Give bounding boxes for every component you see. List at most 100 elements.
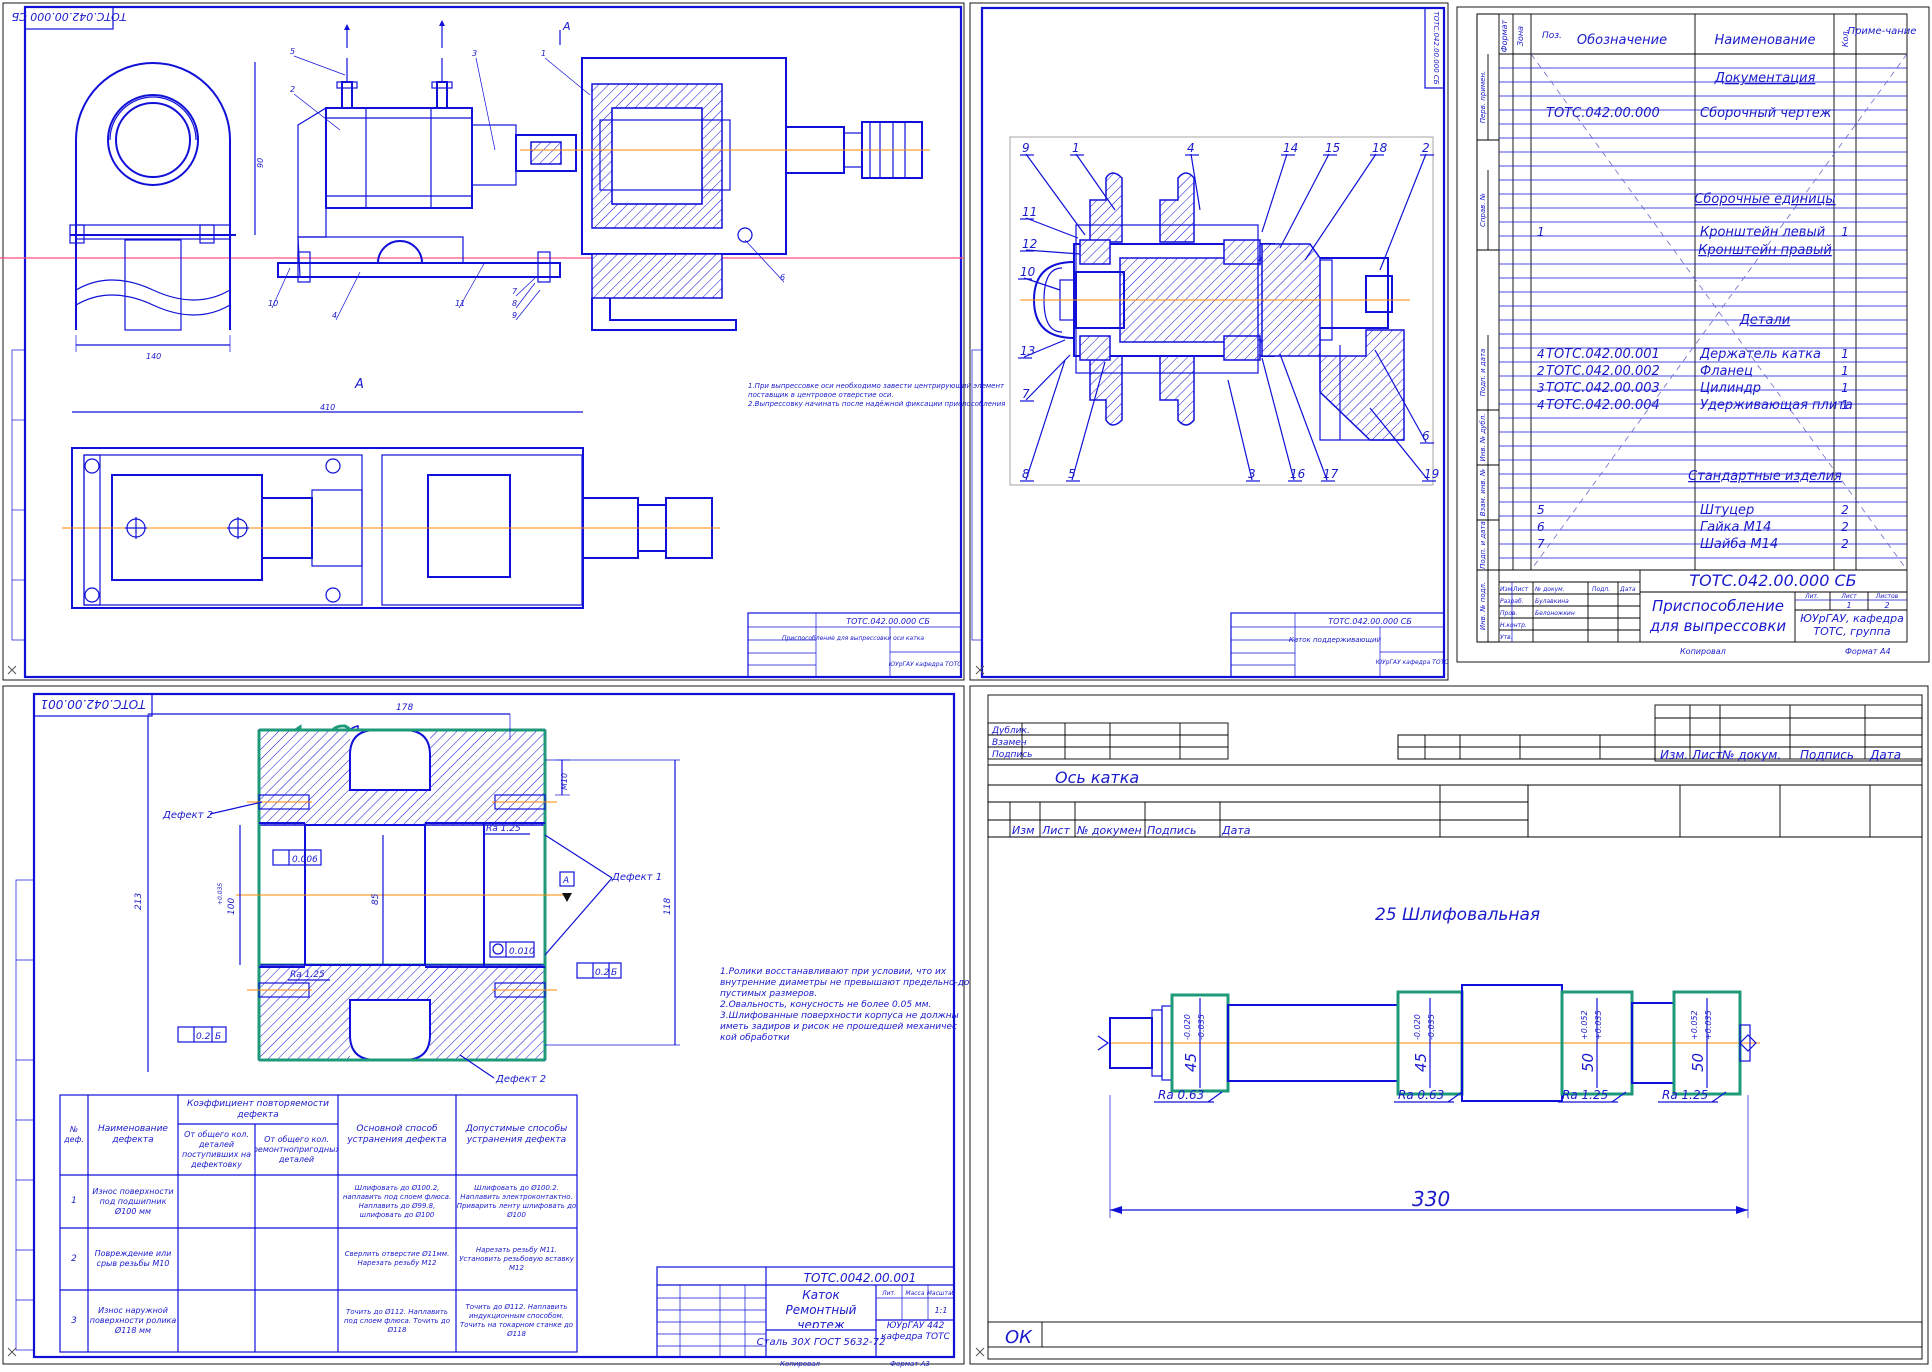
dim-213: 213 — [134, 893, 144, 910]
dim-length: 410 — [320, 403, 335, 412]
spec-name: Детали — [1739, 313, 1790, 328]
stamp-col-top: Лист — [1691, 748, 1723, 762]
stamp-name: Белоножкин — [1535, 610, 1575, 617]
callout-leader — [293, 93, 341, 131]
sheet3-rotated-code: ТОТС.042.00.001 — [40, 697, 145, 711]
th-alt: Допустимые способы устранения дефекта — [466, 1124, 568, 1145]
sheet2-title-block: ТОТС.042.00.000 СБ Каток поддерживающий … — [1230, 612, 1450, 678]
drawing-canvas: ТОТС.042.00.000 СБ 140 90 А 1 2 3 4 5 6 … — [0, 0, 1932, 1368]
spec-header-zone: Зона — [1516, 26, 1525, 46]
side-label: Подп. и дата — [1479, 521, 1487, 569]
callout-leader — [744, 239, 785, 283]
callout-label: 6 — [1422, 429, 1430, 443]
callout-label: 8 — [512, 299, 517, 308]
side-label: Инв. № дубл. — [1479, 414, 1487, 462]
spec-qty: 2 — [1841, 537, 1849, 551]
stamp-col-top: Подпись — [1800, 748, 1854, 762]
spec-header-pos: Поз. — [1542, 31, 1562, 41]
dim-d118: 118 — [663, 898, 673, 915]
spec-qty: 1 — [1841, 398, 1849, 412]
spec-pos: 5 — [1537, 503, 1545, 517]
th-method: Основной способ устранения дефекта — [347, 1124, 446, 1145]
callout-label: 19 — [1424, 467, 1439, 481]
roughness-top: Ra 1.25 — [486, 824, 521, 834]
roller-section — [1020, 172, 1410, 441]
tol-d100: +0.035 — [217, 883, 224, 905]
stamp-col: Лист — [1512, 586, 1529, 593]
callout-label: 11 — [1022, 205, 1037, 219]
spec-header-designation: Обозначение — [1577, 33, 1667, 48]
td-name: Повреждение или срыв резьбы М10 — [95, 1249, 172, 1268]
th-sub-total: От общего кол. деталей поступивших на де… — [182, 1130, 251, 1169]
diameter-tol-lower: +0.035 — [1594, 1010, 1603, 1040]
spec-qty: 2 — [1841, 520, 1849, 534]
diameter-base: 45 — [1412, 1053, 1430, 1072]
row-duplicate: Дублик. — [991, 726, 1030, 736]
callout-label: 16 — [1290, 467, 1306, 481]
repair-note-line: 3.Шлифованные поверхности корпуса не дол… — [720, 1011, 959, 1021]
repair-notes: 1.Ролики восстанавливают при условии, чт… — [720, 967, 970, 1043]
callout-label: 7 — [1022, 387, 1030, 401]
diameter-tol-upper: -0.020 — [1183, 1014, 1192, 1040]
side-label: Перв. примен. — [1479, 71, 1487, 124]
sheet1-notes: 1.При выпрессовке оси необходимо завести… — [748, 382, 1005, 408]
sheet2-title-org: ЮУрГАУ кафедра ТОТС — [1376, 659, 1450, 666]
callout-label: 15 — [1325, 141, 1340, 155]
sheet-operation-sketch: Дублик. Взамен Подпись Изм. Лист № докум. П… — [969, 685, 1929, 1365]
callout-label: 3 — [1248, 467, 1256, 481]
td-no: 3 — [71, 1316, 77, 1326]
spec-code: ТОТС.042.00.004 — [1546, 398, 1660, 413]
datum-a: А — [562, 876, 569, 886]
spec-title-block: Изм Лист № докум. Подп. ДатаРазраб.Пров.Н.ко… — [1499, 569, 1907, 656]
operation-title: 25 Шлифовальная — [1375, 905, 1540, 925]
front-view: А — [277, 20, 930, 331]
th-coef: Коэффициент повторяемости дефекта — [187, 1099, 329, 1120]
defect-2-bottom: Дефект 2 — [495, 1074, 546, 1085]
callout-label: 17 — [1323, 467, 1339, 481]
roughness-label: Ra 0.63 — [1158, 1088, 1204, 1102]
callout-leader — [1025, 153, 1086, 236]
callout-label: 9 — [512, 311, 517, 320]
spec-name: Документация — [1714, 71, 1816, 86]
td-alt: Точить до Ø112. Наплавить индукционным с… — [460, 1303, 573, 1338]
diameter-base: 45 — [1182, 1053, 1200, 1072]
side-view: 140 90 — [69, 62, 265, 361]
diameter-tol-upper: +0.052 — [1580, 1010, 1589, 1040]
td-method: Точить до Ø112. Наплавить под слоем флюс… — [344, 1308, 450, 1334]
spec-row-lines — [1499, 67, 1907, 559]
ok-label: ОК — [1005, 1327, 1033, 1348]
stamp-col-top: № докум. — [1721, 748, 1781, 762]
callout-label: 6 — [780, 273, 785, 282]
spec-pos: 6 — [1537, 520, 1545, 534]
spec-copied: Копировал — [1680, 647, 1726, 656]
roughness-tick — [1207, 1091, 1223, 1103]
spec-name: Штуцер — [1700, 503, 1754, 518]
callout-label: 5 — [1068, 467, 1076, 481]
axle-sketch — [1097, 984, 1760, 1102]
side-label: Подп. и дата — [1479, 349, 1487, 397]
spec-lit: Лит. — [1804, 593, 1819, 600]
callout-label: 4 — [332, 311, 337, 320]
side-label: Взам. инв. № — [1479, 469, 1487, 517]
sheet-repair-drawing: ТОТС.042.00.001 178 213 100 +0.035 85 11… — [2, 685, 970, 1368]
td-method: Сверлить отверстие Ø11мм. Нарезать резьб… — [345, 1250, 450, 1267]
diameter-tol-lower: -0.035 — [1197, 1014, 1206, 1040]
callout-leader — [1227, 379, 1253, 481]
dim-width: 140 — [146, 352, 161, 361]
note-line-1: 1.При выпрессовке оси необходимо завести… — [748, 382, 1005, 390]
datum-ref-left: Б — [215, 1032, 221, 1042]
callout-label: 2 — [290, 85, 295, 94]
spec-name: Фланец — [1700, 364, 1753, 379]
callout-label: 1 — [1072, 141, 1080, 155]
diameter-tol-lower: +0.035 — [1704, 1010, 1713, 1040]
spec-header-format: Формат — [1500, 19, 1509, 52]
row-replace: Взамен — [992, 738, 1027, 748]
stamp-col: № докум. — [1534, 586, 1565, 593]
spec-title-name: Приспособление для выпрессовки оси катка — [1649, 597, 1787, 640]
spec-name: Кронштейн правый — [1698, 243, 1832, 258]
dim-d85: 85 — [371, 893, 381, 905]
sheet1-title-org: ЮУрГАУ кафедра ТОТС — [889, 661, 963, 668]
spec-name: Кронштейн левый — [1700, 225, 1825, 240]
callout-label: 18 — [1372, 141, 1388, 155]
spec-pos: 4 — [1537, 398, 1545, 412]
